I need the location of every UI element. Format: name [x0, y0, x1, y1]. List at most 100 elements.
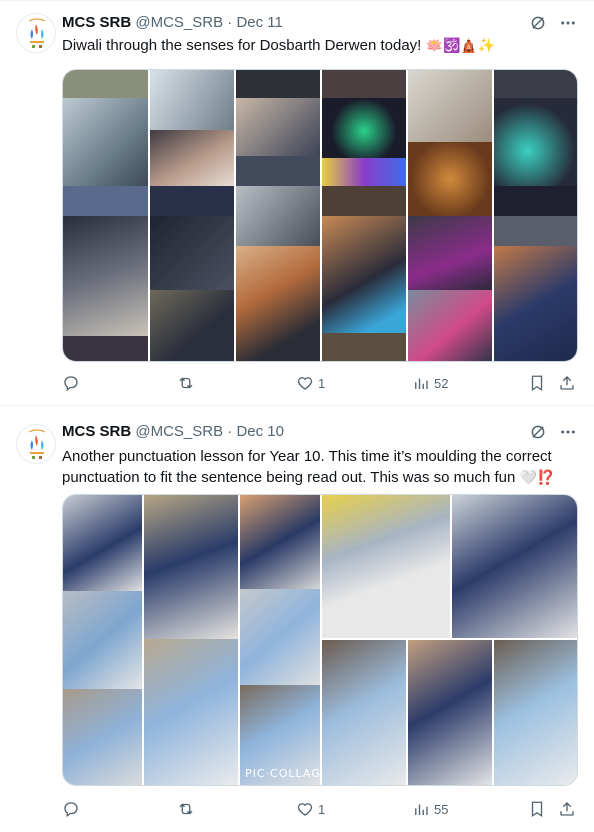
tweet-actions: 1 55: [62, 799, 578, 819]
view-count: 52: [434, 375, 449, 391]
views-button[interactable]: 52: [412, 373, 448, 393]
photo-collage[interactable]: [62, 69, 578, 362]
collage-photo: [149, 70, 235, 130]
avatar[interactable]: [16, 424, 56, 464]
tweet[interactable]: MCS SRB @MCS_SRB · Dec 10 Another punctu…: [0, 406, 594, 832]
collage-photo: [407, 639, 493, 785]
collage-photo: [493, 639, 577, 785]
collage-photo: [321, 186, 407, 216]
collage-photo: [239, 495, 321, 589]
more-options-icon[interactable]: [558, 422, 578, 442]
reply-button[interactable]: [62, 799, 84, 819]
collage-photo: [451, 495, 577, 639]
view-count: 55: [434, 801, 449, 817]
collage-photo: [407, 142, 493, 216]
collage-photo: [63, 98, 149, 186]
tweet-body: Diwali through the senses for Dosbarth D…: [62, 37, 422, 54]
collage-photo: [63, 495, 143, 591]
collage-photo: [149, 290, 235, 361]
share-icon: [560, 802, 574, 816]
share-button[interactable]: [558, 373, 576, 393]
collage-photo: [63, 591, 143, 689]
collage-photo: [63, 216, 149, 336]
share-button[interactable]: [558, 799, 576, 819]
school-logo-icon: [28, 429, 46, 459]
photo-collage[interactable]: PIC·COLLAGE: [62, 494, 578, 786]
collage-photo: [235, 186, 321, 246]
bookmark-icon: [531, 801, 543, 818]
like-count: 1: [318, 375, 326, 391]
collage-photo: [143, 495, 239, 639]
repost-icon: [179, 377, 193, 389]
like-count: 1: [318, 801, 326, 817]
tweet-text: Diwali through the senses for Dosbarth D…: [62, 35, 576, 56]
collage-photo: [235, 246, 321, 361]
collage-photo: [321, 158, 407, 186]
collage-photo: [63, 186, 149, 216]
collage-photo: [321, 639, 407, 785]
tweet-actions: 1 52: [62, 373, 578, 393]
bookmark-button[interactable]: [528, 799, 546, 819]
collage-photo: [149, 186, 235, 216]
collage-photo: [321, 333, 407, 361]
avatar[interactable]: [16, 13, 56, 53]
grok-icon[interactable]: [528, 422, 548, 442]
school-logo-icon: [28, 18, 46, 48]
reply-icon: [64, 376, 78, 392]
views-button[interactable]: 55: [412, 799, 448, 819]
collage-photo: [407, 216, 493, 290]
collage-photo: [321, 98, 407, 158]
collage-photo: [149, 216, 235, 290]
author-handle[interactable]: @MCS_SRB: [135, 423, 223, 440]
collage-photo: [63, 336, 149, 361]
bookmark-icon: [531, 375, 543, 392]
collage-photo: [493, 216, 577, 246]
tweet-header: MCS SRB @MCS_SRB · Dec 11: [62, 13, 578, 33]
heart-icon: [297, 803, 313, 816]
emoji-group: 🪷🕉️🛕✨: [425, 37, 496, 53]
share-icon: [560, 376, 574, 390]
more-options-icon[interactable]: [558, 13, 578, 33]
collage-photo: [63, 70, 149, 98]
collage-photo: [321, 495, 451, 639]
collage-photo: [493, 246, 577, 361]
collage-photo: [63, 689, 143, 785]
bookmark-button[interactable]: [528, 373, 546, 393]
collage-photo: [321, 70, 407, 98]
analytics-icon: [415, 804, 428, 815]
collage-photo: [235, 70, 321, 98]
reply-icon: [64, 802, 78, 818]
like-button[interactable]: 1: [296, 373, 325, 393]
separator-dot: ·: [227, 14, 233, 31]
collage-photo: [407, 290, 493, 361]
tweet-body: Another punctuation lesson for Year 10. …: [62, 448, 552, 486]
collage-photo: [321, 216, 407, 333]
tweet-header: MCS SRB @MCS_SRB · Dec 10: [62, 422, 578, 442]
collage-photo: [143, 639, 239, 785]
repost-button[interactable]: [177, 373, 199, 393]
author-name[interactable]: MCS SRB: [62, 423, 131, 440]
heart-icon: [297, 377, 313, 390]
tweet-date[interactable]: Dec 11: [236, 14, 282, 31]
grok-icon[interactable]: [528, 13, 548, 33]
collage-photo: [407, 70, 493, 142]
collage-photo: [493, 186, 577, 216]
separator-dot: ·: [227, 423, 233, 440]
tweet-date[interactable]: Dec 10: [236, 423, 284, 440]
author-name[interactable]: MCS SRB: [62, 14, 131, 31]
collage-photo: [493, 98, 577, 186]
emoji-group: 🤍⁉️: [519, 469, 555, 485]
analytics-icon: [415, 378, 428, 389]
collage-watermark: PIC·COLLAGE: [245, 767, 329, 780]
collage-photo: [235, 98, 321, 156]
collage-photo: [493, 70, 577, 98]
author-handle[interactable]: @MCS_SRB: [135, 14, 223, 31]
tweet-text: Another punctuation lesson for Year 10. …: [62, 446, 576, 488]
tweet[interactable]: MCS SRB @MCS_SRB · Dec 11 Diwali through…: [0, 1, 594, 406]
timeline-feed: MCS SRB @MCS_SRB · Dec 11 Diwali through…: [0, 0, 594, 831]
collage-photo: [235, 156, 321, 186]
reply-button[interactable]: [62, 373, 84, 393]
like-button[interactable]: 1: [296, 799, 325, 819]
repost-icon: [179, 803, 193, 815]
repost-button[interactable]: [177, 799, 199, 819]
